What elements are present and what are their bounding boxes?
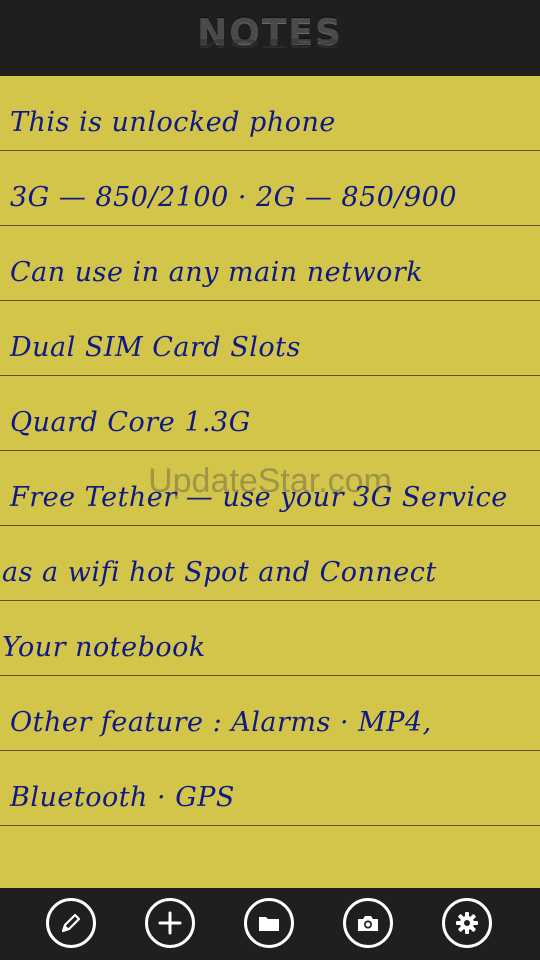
new-note-button[interactable]: [145, 898, 195, 948]
edit-button[interactable]: [46, 898, 96, 948]
note-text: Can use in any main network: [10, 257, 424, 288]
note-line-8[interactable]: Your notebook: [0, 601, 540, 676]
note-text: This is unlocked phone: [10, 107, 336, 138]
note-text: 3G — 850/2100 · 2G — 850/900: [10, 182, 458, 213]
folder-icon: [256, 910, 282, 936]
pencil-icon: [58, 910, 84, 936]
note-text: Other feature : Alarms · MP4,: [10, 707, 432, 738]
note-text: Quard Core 1.3G: [10, 407, 251, 438]
gear-icon: [454, 910, 480, 936]
note-line-3[interactable]: Can use in any main network: [0, 226, 540, 301]
app-bar: [0, 888, 540, 960]
note-line-11[interactable]: [0, 826, 540, 888]
settings-button[interactable]: [442, 898, 492, 948]
note-line-9[interactable]: Other feature : Alarms · MP4,: [0, 676, 540, 751]
note-line-5[interactable]: Quard Core 1.3G: [0, 376, 540, 451]
page-title-reflection: NOTES: [197, 35, 343, 50]
plus-icon: [157, 910, 183, 936]
header-bar: NOTES NOTES: [0, 0, 540, 76]
notes-app: NOTES NOTES This is unlocked phone 3G — …: [0, 0, 540, 960]
note-line-6[interactable]: Free Tether — use your 3G Service: [0, 451, 540, 526]
note-text: Free Tether — use your 3G Service: [10, 482, 508, 513]
note-text: Bluetooth · GPS: [10, 782, 235, 813]
note-line-4[interactable]: Dual SIM Card Slots: [0, 301, 540, 376]
open-folder-button[interactable]: [244, 898, 294, 948]
note-text: Your notebook: [2, 632, 206, 663]
note-paper[interactable]: This is unlocked phone 3G — 850/2100 · 2…: [0, 76, 540, 888]
note-line-2[interactable]: 3G — 850/2100 · 2G — 850/900: [0, 151, 540, 226]
note-text: as a wifi hot Spot and Connect: [2, 557, 437, 588]
note-line-1[interactable]: This is unlocked phone: [0, 76, 540, 151]
camera-button[interactable]: [343, 898, 393, 948]
note-text: Dual SIM Card Slots: [10, 332, 301, 363]
camera-icon: [355, 910, 381, 936]
note-line-7[interactable]: as a wifi hot Spot and Connect: [0, 526, 540, 601]
note-line-10[interactable]: Bluetooth · GPS: [0, 751, 540, 826]
